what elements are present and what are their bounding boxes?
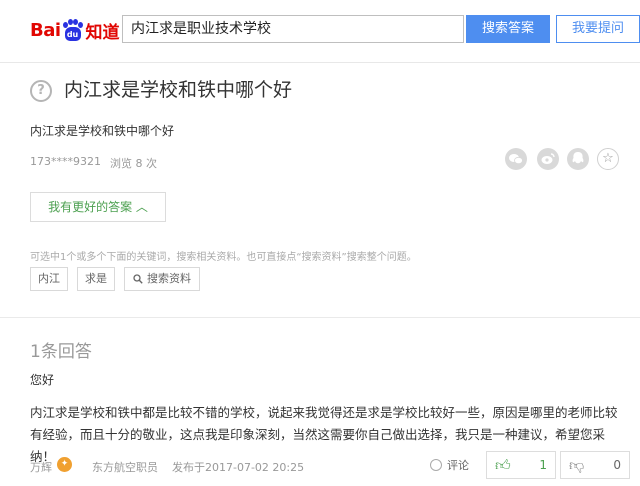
logo-bai-text: Bai	[30, 19, 61, 41]
search-answer-button[interactable]: 搜索答案	[466, 15, 550, 43]
search-material-button[interactable]: 搜索资料	[124, 267, 200, 291]
star-icon[interactable]: ☆	[597, 148, 619, 170]
upvote-count: 1	[539, 458, 547, 472]
question-body: 内江求是学校和铁中哪个好	[30, 124, 175, 138]
paw-icon: du	[62, 19, 84, 41]
wechat-icon[interactable]	[505, 148, 527, 170]
ask-question-button[interactable]: 我要提问	[556, 15, 640, 43]
search-material-label: 搜索资料	[147, 272, 191, 285]
answer-greeting: 您好	[30, 373, 55, 387]
question-title: 内江求是学校和铁中哪个好	[64, 79, 293, 101]
baidu-zhidao-logo[interactable]: Bai du 知道	[30, 14, 120, 46]
upvote-button[interactable]: 👍︎ 1	[486, 451, 556, 479]
comment-icon	[430, 459, 442, 471]
logo-du-text: du	[64, 27, 81, 41]
comment-label: 评论	[447, 459, 469, 472]
thumbs-down-icon: 👎︎	[569, 455, 585, 474]
better-answer-button[interactable]: 我有更好的答案 ︿	[30, 192, 166, 222]
search-input[interactable]: 内江求是职业技术学校	[122, 15, 464, 43]
question-icon: ?	[30, 80, 52, 102]
answer-count: 1条回答	[30, 342, 92, 362]
keyword-chip[interactable]: 求是	[77, 267, 115, 291]
qzone-icon[interactable]	[567, 148, 589, 170]
answer-date: 发布于2017-07-02 20:25	[172, 461, 305, 474]
downvote-count: 0	[613, 458, 621, 472]
section-divider	[0, 317, 640, 318]
answerer-name[interactable]: 万辉	[30, 459, 52, 475]
answerer-title: 东方航空职员	[92, 461, 158, 474]
thumbs-up-icon: 👍︎	[495, 455, 511, 474]
downvote-button[interactable]: 👎︎ 0	[560, 451, 630, 479]
comment-button[interactable]: 评论	[430, 457, 469, 473]
weibo-icon[interactable]	[537, 148, 559, 170]
keyword-chip[interactable]: 内江	[30, 267, 68, 291]
search-icon	[133, 274, 143, 284]
question-asker[interactable]: 173****9321	[30, 155, 101, 168]
top-header: Bai du 知道 内江求是职业技术学校 搜索答案 我要提问	[0, 0, 640, 63]
question-views: 浏览 8 次	[110, 157, 157, 170]
keyword-hint: 可选中1个或多个下面的关键词，搜索相关资料。也可直接点“搜索资料”搜索整个问题。	[30, 252, 417, 263]
medal-icon: ✦	[57, 457, 72, 472]
logo-zhidao-text: 知道	[85, 22, 120, 43]
